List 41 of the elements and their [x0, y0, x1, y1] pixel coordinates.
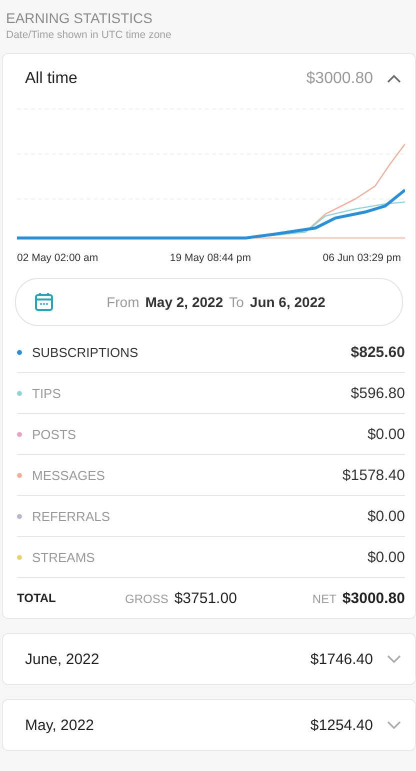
- category-name: REFERRALS: [32, 508, 112, 524]
- period-label: June, 2022: [25, 650, 100, 668]
- category-row[interactable]: MESSAGES $1578.40: [17, 455, 405, 496]
- timezone-note: Date/Time shown in UTC time zone: [6, 29, 172, 41]
- category-amount: $596.80: [350, 384, 405, 402]
- category-amount: $0.00: [367, 508, 405, 524]
- period-label: All time: [25, 70, 78, 88]
- category-name: TIPS: [32, 386, 62, 400]
- date-range-field[interactable]: From May 2, 2022 To Jun 6, 2022: [15, 278, 403, 326]
- category-row[interactable]: TIPS $596.80: [17, 373, 405, 414]
- total-label: TOTAL: [17, 591, 57, 605]
- period-card[interactable]: June, 2022 $1746.40: [2, 633, 416, 685]
- category-amount: $0.00: [367, 426, 405, 442]
- chevron-up-icon[interactable]: [387, 75, 401, 83]
- period-card[interactable]: May, 2022 $1254.40: [2, 699, 416, 751]
- category-row[interactable]: POSTS $0.00: [17, 414, 405, 455]
- gross-amount: $3751.00: [174, 590, 237, 606]
- period-amount: $1746.40: [310, 650, 373, 668]
- period-amount: $1254.40: [310, 716, 373, 734]
- period-amount: $3000.80: [306, 70, 373, 88]
- section-title: EARNING STATISTICS: [6, 10, 154, 26]
- category-name: MESSAGES: [32, 468, 106, 482]
- calendar-icon: [34, 292, 54, 312]
- period-label: May, 2022: [25, 716, 95, 734]
- chevron-down-icon[interactable]: [387, 721, 401, 729]
- category-name: SUBSCRIPTIONS: [32, 344, 140, 360]
- category-name: STREAMS: [32, 550, 96, 564]
- axis-label: 06 Jun 03:29 pm: [322, 252, 401, 264]
- category-row[interactable]: SUBSCRIPTIONS $825.60: [17, 332, 405, 373]
- gross-label: GROSS: [125, 592, 168, 606]
- net-label: NET: [312, 592, 336, 606]
- axis-label: 19 May 08:44 pm: [170, 252, 252, 264]
- category-row[interactable]: STREAMS $0.00: [17, 537, 405, 578]
- category-amount: $1578.40: [342, 466, 405, 484]
- category-amount: $825.60: [350, 344, 405, 360]
- net-amount: $3000.80: [342, 590, 405, 606]
- category-row[interactable]: REFERRALS $0.00: [17, 496, 405, 537]
- chevron-down-icon[interactable]: [387, 655, 401, 663]
- category-name: POSTS: [32, 426, 78, 442]
- category-amount: $0.00: [367, 548, 405, 566]
- axis-label: 02 May 02:00 am: [17, 252, 98, 264]
